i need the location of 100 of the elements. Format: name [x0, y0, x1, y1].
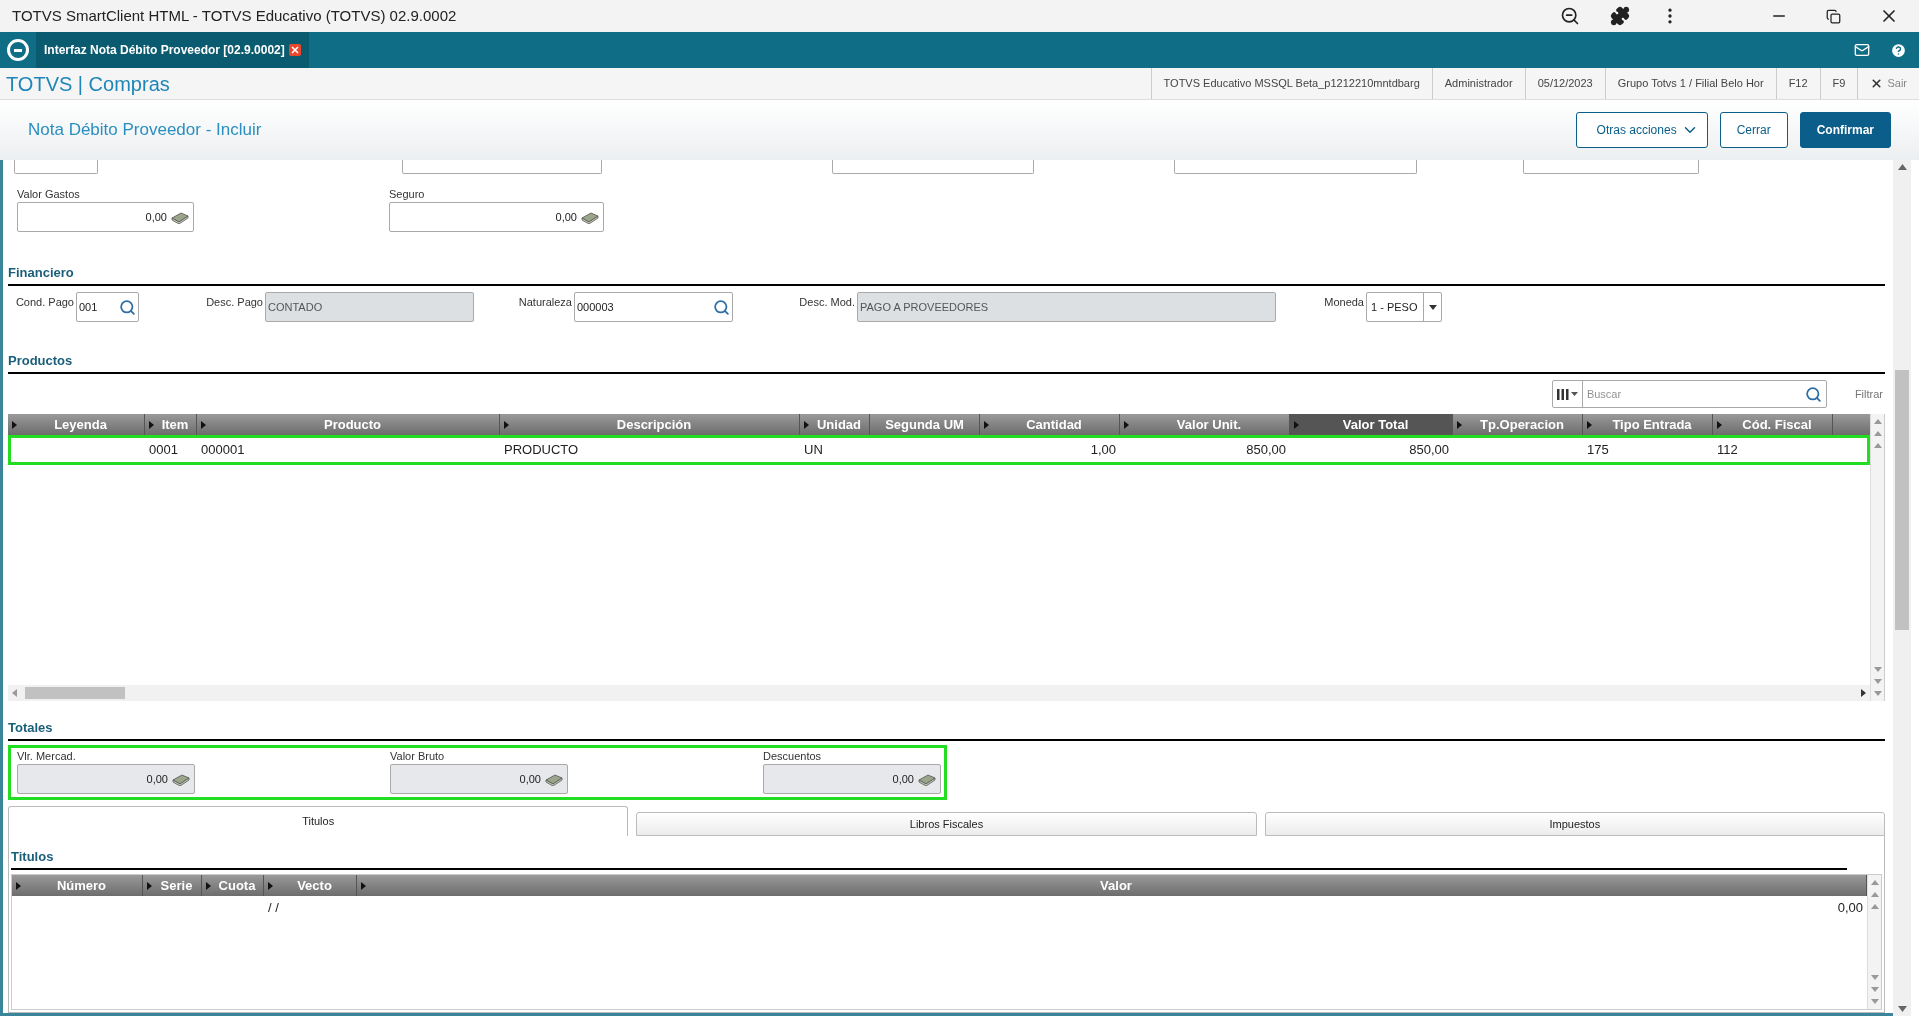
scroll-down-icon[interactable] [1897, 1006, 1907, 1012]
app-tab[interactable]: Interfaz Nota Débito Proveedor [02.9.0002] [36, 32, 309, 68]
scroll-thumb[interactable] [1895, 370, 1909, 630]
arrow-icon[interactable] [984, 420, 989, 429]
header-info: TOTVS Educativo MSSQL Beta_p1212210mntdbarg [1150, 68, 1432, 99]
money-icon[interactable] [581, 210, 599, 224]
scrollbar[interactable] [1870, 414, 1884, 701]
arrow-icon[interactable] [504, 420, 509, 429]
column-header[interactable]: Tp.Operacion [1453, 414, 1583, 435]
mail-icon[interactable] [1854, 42, 1870, 58]
input-field[interactable] [402, 160, 602, 174]
scrollbar[interactable] [1867, 875, 1881, 1009]
puzzle-icon[interactable] [1610, 6, 1630, 26]
search-icon[interactable] [119, 298, 136, 316]
arrow-icon[interactable] [16, 881, 21, 890]
money-icon[interactable] [172, 772, 190, 786]
confirm-button[interactable]: Confirmar [1799, 112, 1891, 148]
header-info: 05/12/2023 [1524, 68, 1605, 99]
money-icon[interactable] [171, 210, 189, 224]
field-label: Naturaleza [517, 295, 572, 310]
table-cell: UN [804, 442, 823, 458]
arrow-icon[interactable] [206, 881, 211, 890]
money-icon[interactable] [918, 772, 936, 786]
header-info[interactable]: F12 [1775, 68, 1820, 99]
logo-icon[interactable] [7, 39, 29, 61]
tab[interactable]: Titulos [8, 806, 629, 836]
arrow-icon[interactable] [1717, 420, 1722, 429]
search-field[interactable]: Buscar [1551, 380, 1827, 408]
arrow-icon[interactable] [147, 881, 152, 890]
table-cell: 850,00 [1246, 442, 1286, 458]
lookup-field[interactable]: 000003 [574, 292, 733, 322]
scroll-right-icon[interactable] [1861, 689, 1866, 697]
tab[interactable]: Impuestos [1264, 812, 1885, 836]
column-header[interactable]: Número [12, 875, 143, 896]
column-header[interactable]: Valor Total [1290, 414, 1453, 435]
column-header[interactable]: Tipo Entrada [1583, 414, 1713, 435]
search-icon[interactable] [713, 298, 730, 316]
scroll-up-icon[interactable] [1870, 879, 1879, 909]
close-icon[interactable] [288, 44, 301, 56]
column-header[interactable]: Cuota [202, 875, 264, 896]
field-label: Moneda [1323, 295, 1364, 310]
help-icon[interactable] [1890, 41, 1907, 59]
arrow-icon[interactable] [1587, 420, 1592, 429]
arrow-icon[interactable] [201, 420, 206, 429]
restore-icon[interactable] [1826, 8, 1841, 24]
scroll-up-icon[interactable] [1897, 164, 1907, 170]
search-input[interactable]: Buscar [1582, 385, 1805, 403]
field-label: Valor Bruto [390, 749, 446, 764]
header-info[interactable]: F9 [1819, 68, 1858, 99]
header-info: Grupo Totvs 1 / Filial Belo Hor [1604, 68, 1776, 99]
arrow-icon[interactable] [1124, 420, 1129, 429]
column-header[interactable]: Descripción [500, 414, 800, 435]
search-icon[interactable] [1804, 385, 1822, 403]
field-label: Seguro [389, 187, 426, 202]
amount-field[interactable]: 0,00 [389, 202, 604, 232]
scroll-down-icon[interactable] [1870, 975, 1879, 1005]
lookup-field[interactable]: 001 [76, 292, 139, 322]
amount-field[interactable]: 0,00 [17, 202, 194, 232]
arrow-icon[interactable] [1294, 420, 1299, 429]
zoom-out-icon[interactable] [1560, 6, 1580, 26]
money-icon[interactable] [545, 772, 563, 786]
column-header[interactable]: Cantidad [980, 414, 1120, 435]
table-cell: 112 [1717, 442, 1738, 458]
amount-field[interactable]: 0,00 [763, 764, 941, 794]
arrow-icon[interactable] [1457, 420, 1462, 429]
arrow-icon[interactable] [12, 420, 17, 429]
scroll-up-icon[interactable] [1873, 418, 1882, 448]
tab[interactable]: Libros Fiscales [636, 812, 1257, 836]
arrow-icon[interactable] [268, 881, 273, 890]
input-field[interactable] [832, 160, 1034, 174]
amount-field[interactable]: 0,00 [390, 764, 568, 794]
input-field[interactable] [14, 160, 98, 174]
arrow-icon[interactable] [804, 420, 809, 429]
input-field[interactable] [1523, 160, 1699, 174]
table-cell: 175 [1587, 442, 1609, 458]
column-header[interactable]: Segunda UM [870, 414, 980, 435]
column-header[interactable]: Producto [197, 414, 500, 435]
scroll-down-icon[interactable] [1873, 667, 1882, 697]
currency-select[interactable]: 1 - PESO [1366, 292, 1442, 322]
page-scrollbar[interactable] [1893, 160, 1911, 1016]
column-header[interactable]: Cód. Fiscal [1713, 414, 1833, 435]
input-field[interactable] [1174, 160, 1417, 174]
filter-link[interactable]: Filtrar [1854, 385, 1883, 403]
close-button[interactable]: Cerrar [1719, 112, 1788, 148]
actions-button[interactable]: Otras acciones [1575, 112, 1708, 148]
arrow-icon[interactable] [361, 881, 366, 890]
app-brand: TOTVS | Compras [5, 71, 171, 97]
column-header[interactable]: Leyenda [8, 414, 145, 435]
scroll-thumb[interactable] [25, 687, 125, 699]
amount-field[interactable]: 0,00 [17, 764, 195, 794]
horizontal-scrollbar[interactable] [8, 685, 1870, 701]
table-cell: 0,00 [1837, 900, 1863, 916]
column-header[interactable]: Item [145, 414, 197, 435]
column-header[interactable]: Vecto [264, 875, 357, 896]
section-title: Titulos [11, 849, 54, 864]
arrow-icon[interactable] [149, 420, 154, 429]
table-row[interactable]: 0001 000001 PRODUCTO UN 1,00 850,00 850,00 175 112 [8, 435, 1870, 465]
column-header[interactable]: Serie [143, 875, 202, 896]
column-header[interactable]: Unidad [800, 414, 870, 435]
window-title: TOTVS SmartClient HTML - TOTVS Educativo (TOTVS) 02.9.0002 [12, 5, 458, 26]
